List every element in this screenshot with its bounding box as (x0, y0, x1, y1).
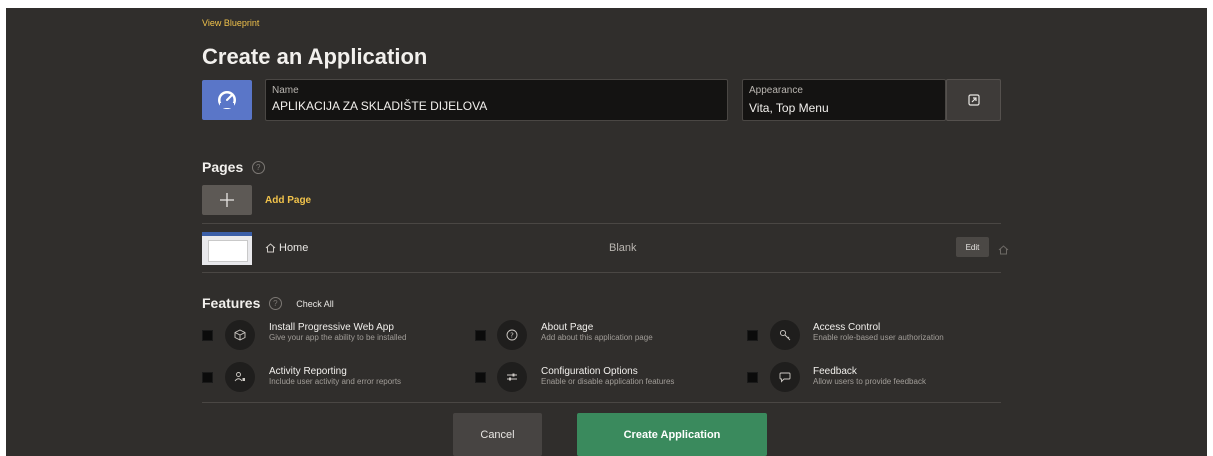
feature-title: Feedback (813, 366, 857, 377)
page-thumbnail (202, 232, 252, 265)
feature-desc: Enable role-based user authorization (813, 333, 944, 342)
home-icon (265, 243, 276, 253)
feature-desc: Allow users to provide feedback (813, 377, 926, 386)
feature-checkbox-about[interactable] (475, 330, 486, 341)
feature-desc: Add about this application page (541, 333, 653, 342)
feature-checkbox-activity[interactable] (202, 372, 213, 383)
open-dialog-icon (967, 94, 980, 106)
plus-icon (220, 193, 234, 207)
sliders-icon (497, 362, 527, 392)
speech-bubble-icon (770, 362, 800, 392)
page-title: Create an Application (202, 44, 428, 69)
appearance-value: Vita, Top Menu (749, 101, 829, 115)
page-name: Home (279, 242, 309, 254)
svg-text:?: ? (510, 332, 514, 340)
feature-checkbox-feedback[interactable] (747, 372, 758, 383)
feature-title: About Page (541, 322, 594, 333)
question-icon: ? (497, 320, 527, 350)
feature-title: Install Progressive Web App (269, 322, 394, 333)
view-blueprint-link[interactable]: View Blueprint (202, 18, 259, 28)
appearance-field[interactable]: Appearance Vita, Top Menu (742, 79, 946, 121)
gauge-icon (218, 91, 236, 109)
set-home-icon[interactable] (998, 242, 1009, 260)
key-icon (770, 320, 800, 350)
appearance-label: Appearance (749, 85, 803, 96)
create-application-button[interactable]: Create Application (577, 413, 767, 456)
feature-title: Activity Reporting (269, 366, 347, 377)
cancel-button[interactable]: Cancel (453, 413, 542, 456)
feature-desc: Include user activity and error reports (269, 377, 402, 386)
app-name-label: Name (272, 85, 299, 96)
feature-title: Configuration Options (541, 366, 638, 377)
feature-checkbox-config[interactable] (475, 372, 486, 383)
feature-desc: Enable or disable application features (541, 377, 675, 386)
features-title: Features (202, 295, 261, 311)
user-activity-icon (225, 362, 255, 392)
divider (202, 223, 1001, 224)
pages-section-header: Pages ? (202, 159, 265, 177)
pages-title: Pages (202, 159, 244, 175)
feature-checkbox-pwa[interactable] (202, 330, 213, 341)
feature-desc: Give your app the ability to be installe… (269, 333, 407, 342)
page-type: Blank (609, 242, 637, 254)
divider (202, 272, 1001, 273)
features-section-header: Features ? Check All (202, 295, 334, 313)
pages-help-icon[interactable]: ? (251, 161, 265, 175)
app-icon-button[interactable] (202, 80, 252, 120)
create-application-dialog: View Blueprint Create an Application Nam… (6, 8, 1207, 456)
edit-page-button[interactable]: Edit (956, 237, 989, 257)
add-page-link[interactable]: Add Page (265, 195, 311, 206)
divider (202, 402, 1001, 403)
feature-title: Access Control (813, 322, 881, 333)
app-name-input[interactable]: APLIKACIJA ZA SKLADIŠTE DIJELOVA (272, 99, 487, 113)
cube-icon (225, 320, 255, 350)
page-row-home[interactable]: Home (265, 242, 308, 254)
appearance-open-button[interactable] (946, 79, 1001, 121)
add-page-button[interactable] (202, 185, 252, 215)
feature-checkbox-access[interactable] (747, 330, 758, 341)
features-help-icon[interactable]: ? (268, 297, 282, 311)
check-all-link[interactable]: Check All (296, 299, 334, 309)
app-name-field[interactable]: Name APLIKACIJA ZA SKLADIŠTE DIJELOVA (265, 79, 728, 121)
